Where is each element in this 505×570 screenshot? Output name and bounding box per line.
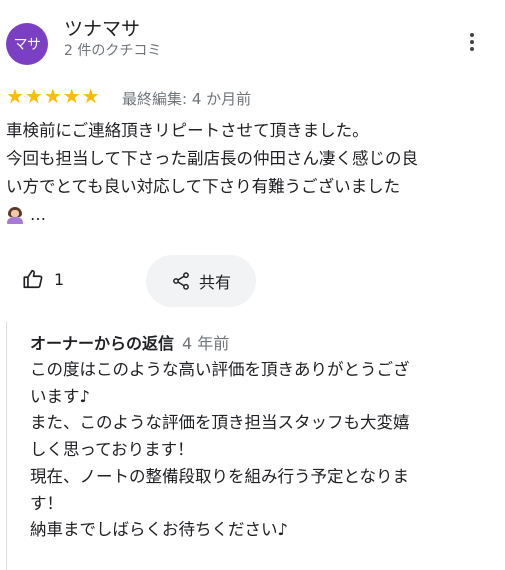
reply-line: います♪ [30,386,91,406]
woman-emoji-icon [6,206,24,224]
review-line: 今回も担当して下さった副店長の仲田さん凄く感じの良 [6,149,419,168]
avatar[interactable]: マサ [6,23,48,65]
reply-line: この度はこのような高い評価を頂きありがとうござ [30,360,410,379]
review-line-emoji: … [6,201,496,229]
more-vert-icon-dot [470,40,474,44]
like-button[interactable]: 1 [22,268,64,290]
star-rating: ★★★★★ [6,84,101,108]
author-review-count: 2 件のクチコミ [64,43,162,59]
edited-time: 最終編集: 4 か月前 [122,90,252,108]
owner-reply-header: オーナーからの返信 4 年前 [30,330,229,354]
owner-reply-label: オーナーからの返信 [30,334,175,353]
reply-line: 現在、ノートの整備段取りを組み行う予定となりま [30,466,410,486]
review-line: 車検前にご連絡頂きリピートさせて頂きました。 [6,121,369,140]
like-count: 1 [54,269,65,289]
more-options-button[interactable] [458,28,486,56]
reply-line: す！ [30,493,63,513]
owner-reply-text: この度はこのような高い評価を頂きありがとうござ います♪ また、このような評価を… [30,357,500,544]
author-name[interactable]: ツナマサ [64,14,140,41]
share-label: 共有 [198,273,231,292]
owner-reply-time: 4 年前 [182,334,230,353]
review-line: い方でとても良い対応して下さり有難うございました [6,177,401,196]
more-vert-icon [470,33,474,37]
reply-divider [6,322,7,570]
more-vert-icon-dot-2 [470,47,474,51]
share-button[interactable]: 共有 [146,255,256,307]
review-text: 車検前にご連絡頂きリピートさせて頂きました。 今回も担当して下さった副店長の仲田… [6,117,496,229]
reply-line: しく思っております！ [30,440,194,460]
reply-line: また、このような評価を頂き担当スタッフも大変嬉 [30,413,410,433]
reply-line: 納車までしばらくお待ちください♪ [30,520,289,540]
read-more-ellipsis[interactable]: … [30,201,46,229]
share-icon [173,272,189,290]
thumb-up-icon [23,269,43,289]
